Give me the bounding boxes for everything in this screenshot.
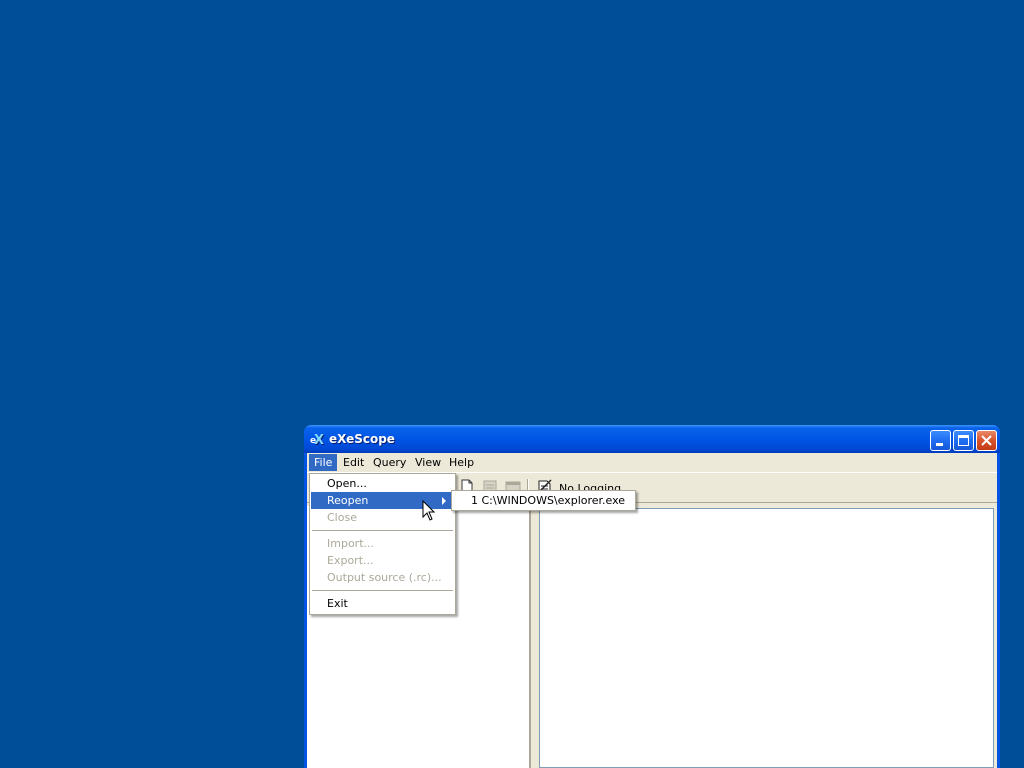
app-icon: e X X xyxy=(310,433,325,447)
mouse-cursor-icon xyxy=(422,500,436,521)
menu-item-exit[interactable]: Exit xyxy=(311,595,454,612)
menu-separator xyxy=(312,530,453,531)
maximize-button[interactable] xyxy=(953,430,974,451)
menu-edit[interactable]: Edit xyxy=(338,454,369,471)
file-menu-dropdown: Open... Reopen Close Import... Export...… xyxy=(309,473,456,615)
menu-view[interactable]: View xyxy=(410,454,446,471)
menu-help[interactable]: Help xyxy=(444,454,479,471)
pane-splitter[interactable] xyxy=(531,506,535,768)
submenu-arrow-icon xyxy=(442,497,446,505)
menu-item-reopen-label: Reopen xyxy=(327,494,369,507)
menu-separator xyxy=(312,590,453,591)
recent-file-item[interactable]: 1 C:\WINDOWS\explorer.exe xyxy=(453,492,634,509)
menu-file[interactable]: File xyxy=(309,454,338,471)
menu-item-output-source: Output source (.rc)... xyxy=(327,571,442,584)
close-button[interactable] xyxy=(976,430,997,451)
svg-text:X: X xyxy=(314,433,324,447)
menu-item-import: Import... xyxy=(327,537,374,550)
menu-item-export: Export... xyxy=(327,554,374,567)
minimize-icon xyxy=(936,443,943,446)
menu-bar: File Edit Query View Help xyxy=(307,453,997,473)
maximize-icon xyxy=(958,435,969,446)
menu-item-open[interactable]: Open... xyxy=(311,475,454,492)
detail-pane[interactable] xyxy=(539,508,994,768)
menu-query[interactable]: Query xyxy=(368,454,411,471)
window-title: eXeScope xyxy=(329,432,395,446)
desktop: { "window": { "title": "eXeScope" }, "me… xyxy=(0,0,1024,768)
title-bar[interactable]: e X X eXeScope xyxy=(304,425,1000,453)
close-icon xyxy=(981,435,992,446)
reopen-submenu: 1 C:\WINDOWS\explorer.exe xyxy=(451,490,636,511)
minimize-button[interactable] xyxy=(930,430,951,451)
